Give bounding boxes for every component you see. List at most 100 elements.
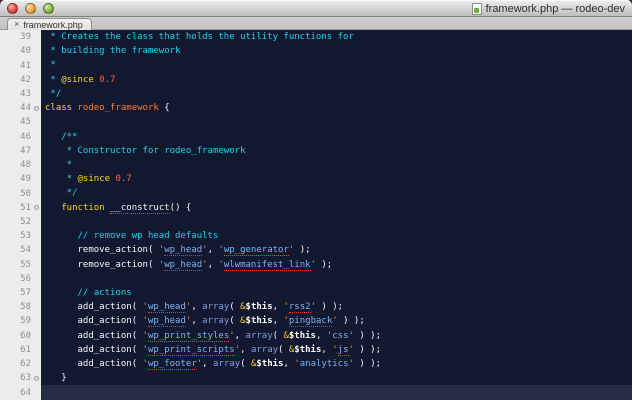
code-token-pl: , xyxy=(240,345,251,355)
gutter-cell: 48 xyxy=(0,158,41,172)
line-number: 61 xyxy=(0,345,31,355)
code-token-cm: */ xyxy=(45,89,61,99)
code-line[interactable]: function __construct() { xyxy=(41,201,632,215)
code-line[interactable]: add_action( 'wp_head', array( &$this, 'p… xyxy=(41,314,632,328)
gutter-cell: 40 xyxy=(0,44,41,58)
editor-row: 47 * Constructor for rodeo_framework xyxy=(0,144,632,158)
code-token-pl: add_action( xyxy=(45,345,143,355)
code-line[interactable]: * Constructor for rodeo_framework xyxy=(41,144,632,158)
line-number: 51 xyxy=(0,203,31,213)
tab-framework-php[interactable]: × framework.php xyxy=(7,18,92,30)
line-number: 62 xyxy=(0,359,31,369)
code-line[interactable]: */ xyxy=(41,87,632,101)
code-line[interactable]: * Creates the class that holds the utili… xyxy=(41,30,632,44)
code-token-str: wp_head xyxy=(148,302,186,313)
code-token-pl: , xyxy=(273,302,284,312)
tab-close-icon[interactable]: × xyxy=(14,20,19,29)
fold-marker-icon[interactable] xyxy=(34,205,39,210)
editor-row: 63 } xyxy=(0,371,632,385)
code-token-cm: // actions xyxy=(45,288,132,298)
editor-row: 62 add_action( 'wp_footer', array( &$thi… xyxy=(0,357,632,371)
code-line[interactable]: * @since 0.7 xyxy=(41,172,632,186)
code-line[interactable] xyxy=(41,272,632,286)
code-line[interactable]: */ xyxy=(41,186,632,200)
code-line[interactable]: add_action( 'wp_head', array( &$this, 'r… xyxy=(41,300,632,314)
line-number: 39 xyxy=(0,32,31,42)
gutter-cell: 58 xyxy=(0,300,41,314)
gutter-cell: 57 xyxy=(0,286,41,300)
close-window-button[interactable] xyxy=(7,3,18,14)
window-title: framework.php — rodeo-dev xyxy=(486,3,625,15)
gutter-cell: 44 xyxy=(0,101,41,115)
gutter-cell: 43 xyxy=(0,87,41,101)
code-token-cm: */ xyxy=(45,188,78,198)
code-line[interactable] xyxy=(41,215,632,229)
code-line[interactable]: class rodeo_framework { xyxy=(41,101,632,115)
editor-row: 52 xyxy=(0,215,632,229)
gutter-cell: 45 xyxy=(0,115,41,129)
gutter-cell: 52 xyxy=(0,215,41,229)
code-token-pl: , xyxy=(191,302,202,312)
fold-marker-icon[interactable] xyxy=(34,106,39,111)
code-line-current[interactable] xyxy=(41,385,632,399)
line-number: 47 xyxy=(0,146,31,156)
code-line[interactable]: // remove wp head defaults xyxy=(41,229,632,243)
editor-row: 60 add_action( 'wp_print_styles', array(… xyxy=(0,329,632,343)
code-line[interactable]: } xyxy=(41,371,632,385)
editor-row: 55 remove_action( 'wp_head', 'wlwmanifes… xyxy=(0,258,632,272)
editor-row: 48 * xyxy=(0,158,632,172)
code-line[interactable]: * building the framework xyxy=(41,44,632,58)
code-token-pl: ( xyxy=(273,331,284,341)
line-number: 44 xyxy=(0,103,31,113)
code-line[interactable]: * xyxy=(41,58,632,72)
editor-row: 49 * @since 0.7 xyxy=(0,172,632,186)
code-token-pl: add_action( xyxy=(45,331,143,341)
code-line[interactable] xyxy=(41,115,632,129)
code-line[interactable]: add_action( 'wp_print_scripts', array( &… xyxy=(41,343,632,357)
code-token-var: $this xyxy=(289,331,316,341)
gutter-cell: 51 xyxy=(0,201,41,215)
code-line[interactable]: /** xyxy=(41,130,632,144)
line-number: 45 xyxy=(0,117,31,127)
code-line[interactable]: remove_action( 'wp_head', 'wlwmanifest_l… xyxy=(41,258,632,272)
code-line[interactable]: add_action( 'wp_print_styles', array( &$… xyxy=(41,329,632,343)
gutter-cell: 39 xyxy=(0,30,41,44)
code-token-cm: /** xyxy=(45,132,78,142)
editor-row: 64 xyxy=(0,385,632,399)
code-token-pl: ) ); xyxy=(354,345,381,355)
code-token-pl: , xyxy=(208,260,219,270)
code-token-arr: array xyxy=(202,302,229,312)
fold-column xyxy=(31,376,41,381)
code-token-arr: array xyxy=(213,359,240,369)
line-number: 43 xyxy=(0,89,31,99)
code-line[interactable]: * @since 0.7 xyxy=(41,73,632,87)
minimize-window-button[interactable] xyxy=(25,3,36,14)
zoom-window-button[interactable] xyxy=(43,3,54,14)
code-token-cm: * Constructor for rodeo_framework xyxy=(45,146,245,156)
code-token-var: $this xyxy=(294,345,321,355)
code-token-pl: remove_action( xyxy=(45,245,159,255)
code-line[interactable]: // actions xyxy=(41,286,632,300)
gutter-cell: 53 xyxy=(0,229,41,243)
code-token-pl xyxy=(45,203,61,213)
line-number: 40 xyxy=(0,46,31,56)
window-title-group: framework.php — rodeo-dev xyxy=(472,2,625,15)
code-token-pl: ) ); xyxy=(316,302,343,312)
editor-row: 43 */ xyxy=(0,87,632,101)
code-line[interactable]: remove_action( 'wp_head', 'wp_generator'… xyxy=(41,243,632,257)
gutter-cell: 61 xyxy=(0,343,41,357)
code-token-kw: function xyxy=(61,203,104,213)
code-token-var: $this xyxy=(246,316,273,326)
code-token-pl: ( xyxy=(229,316,240,326)
code-token-kw: @since xyxy=(61,75,94,85)
gutter-cell: 42 xyxy=(0,73,41,87)
code-token-pl: , xyxy=(316,331,327,341)
code-token-arr: array xyxy=(202,316,229,326)
code-token-pl: ( xyxy=(240,359,251,369)
fold-marker-icon[interactable] xyxy=(34,376,39,381)
code-line[interactable]: * xyxy=(41,158,632,172)
code-line[interactable]: add_action( 'wp_footer', array( &$this, … xyxy=(41,357,632,371)
line-number: 64 xyxy=(0,388,31,398)
editor-row: 51 function __construct() { xyxy=(0,201,632,215)
code-token-var: $this xyxy=(246,302,273,312)
